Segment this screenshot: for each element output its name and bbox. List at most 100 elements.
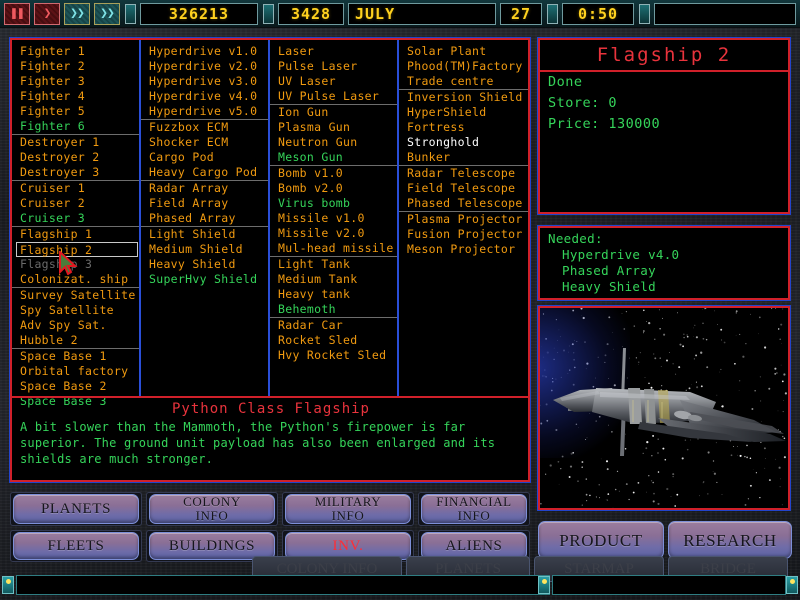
inventory-item[interactable]: Fighter 3 (18, 74, 139, 89)
inventory-item[interactable]: UV Pulse Laser (276, 89, 397, 104)
pause-button[interactable]: ❚❚ (4, 2, 30, 25)
product-button[interactable]: PRODUCT (538, 521, 664, 559)
store-value: 0 (608, 95, 618, 111)
military-info-button[interactable]: MILITARY INFO (285, 494, 411, 524)
inventory-item[interactable]: Adv Spy Sat. (18, 318, 139, 333)
inventory-item[interactable]: Phood(TM)Factory (405, 59, 528, 74)
inventory-item[interactable]: Bomb v1.0 (270, 165, 397, 181)
inventory-item[interactable]: Hyperdrive v2.0 (147, 59, 268, 74)
inventory-item[interactable]: Inversion Shield (399, 89, 528, 105)
inventory-item[interactable]: Destroyer 2 (18, 150, 139, 165)
button-label: PRODUCT (559, 530, 643, 550)
inventory-item[interactable]: Fusion Projector (405, 227, 528, 242)
inventory-item[interactable]: Rocket Sled (276, 333, 397, 348)
inventory-item[interactable]: Hyperdrive v5.0 (147, 104, 268, 119)
button-label: ALIENS (445, 537, 503, 554)
inventory-item[interactable]: Hyperdrive v4.0 (147, 89, 268, 104)
inventory-item[interactable]: Pulse Laser (276, 59, 397, 74)
inventory-item[interactable]: Laser (276, 44, 397, 59)
inventory-item[interactable]: Field Array (147, 196, 268, 211)
inventory-item[interactable]: Solar Plant (405, 44, 528, 59)
price-row: Price: 130000 (540, 114, 788, 135)
inventory-item[interactable]: Phased Telescope (405, 196, 528, 211)
inventory-item[interactable]: Cruiser 3 (18, 211, 139, 226)
inventory-item[interactable]: Hubble 2 (18, 333, 139, 348)
inventory-item[interactable]: Flagship 3 (18, 257, 139, 272)
inventory-item[interactable]: Space Base 2 (18, 379, 139, 394)
button-label: FINANCIAL (436, 494, 512, 509)
inventory-item[interactable]: Neutron Gun (276, 135, 397, 150)
inventory-item[interactable]: Behemoth (276, 302, 397, 317)
fast-forward-icon: ❯❯ (70, 6, 85, 21)
colony-info-button[interactable]: COLONY INFO (149, 494, 275, 524)
inventory-item[interactable]: Fuzzbox ECM (141, 119, 268, 135)
inventory-item[interactable]: SuperHvy Shield (147, 272, 268, 287)
inventory-item[interactable]: Fighter 4 (18, 89, 139, 104)
inventory-item[interactable]: Space Base 1 (12, 348, 139, 364)
description-text: A bit slower than the Mammoth, the Pytho… (20, 420, 496, 466)
inventory-item[interactable]: Bunker (405, 150, 528, 165)
day-display: 27 (500, 2, 542, 25)
inventory-item[interactable]: Stronghold (405, 135, 528, 150)
inventory-item[interactable]: Meson Gun (276, 150, 397, 165)
inventory-item[interactable]: Radar Array (141, 180, 268, 196)
inventory-item[interactable]: Hyperdrive v3.0 (147, 74, 268, 89)
inventory-item[interactable]: Phased Array (147, 211, 268, 226)
inventory-item[interactable]: Fighter 2 (18, 59, 139, 74)
inventory-item[interactable]: Flagship 1 (12, 226, 139, 242)
inventory-item[interactable]: Trade centre (405, 74, 528, 89)
inventory-item[interactable]: Radar Telescope (399, 165, 528, 181)
fast-forward-button[interactable]: ❯❯ (64, 2, 90, 25)
inventory-item[interactable]: Spy Satellite (18, 303, 139, 318)
inventory-item[interactable]: Destroyer 1 (12, 134, 139, 150)
requirements-panel: Needed: Hyperdrive v4.0 Phased Array Heavy… (538, 226, 790, 300)
inventory-item[interactable]: Light Tank (270, 256, 397, 272)
inventory-item[interactable]: Plasma Gun (276, 120, 397, 135)
inventory-item[interactable]: Light Shield (141, 226, 268, 242)
research-button[interactable]: RESEARCH (668, 521, 792, 559)
inventory-item[interactable]: Cruiser 1 (12, 180, 139, 196)
status-strip-right (552, 575, 786, 595)
inventory-item[interactable]: Virus bomb (276, 196, 397, 211)
inventory-item[interactable]: Destroyer 3 (18, 165, 139, 180)
inventory-item[interactable]: Cargo Pod (147, 150, 268, 165)
inventory-item[interactable]: Heavy Cargo Pod (147, 165, 268, 180)
inventory-item[interactable]: Hyperdrive v1.0 (147, 44, 268, 59)
very-fast-forward-button[interactable]: ❯❯ (94, 2, 120, 25)
inventory-item[interactable]: UV Laser (276, 74, 397, 89)
inventory-item[interactable]: Cruiser 2 (18, 196, 139, 211)
strip-lamp-mid (538, 576, 550, 594)
inventory-item[interactable]: Ion Gun (270, 104, 397, 120)
inventory-item[interactable]: Fighter 6 (18, 119, 139, 134)
inventory-item[interactable]: Plasma Projector (399, 211, 528, 227)
inventory-item[interactable]: Meson Projector (405, 242, 528, 257)
inventory-item[interactable]: Medium Shield (147, 242, 268, 257)
inventory-item[interactable]: Heavy Shield (147, 257, 268, 272)
fleets-button[interactable]: FLEETS (13, 532, 139, 560)
inventory-item[interactable]: Medium Tank (276, 272, 397, 287)
inventory-item[interactable]: Fighter 5 (18, 104, 139, 119)
inventory-item[interactable]: Shocker ECM (147, 135, 268, 150)
inventory-item[interactable]: Fortress (405, 120, 528, 135)
planets-button[interactable]: PLANETS (13, 494, 139, 524)
inventory-item[interactable]: Mul-head missile (276, 241, 397, 256)
inventory-item[interactable]: Missile v1.0 (276, 211, 397, 226)
play-button[interactable]: ❯ (34, 2, 60, 25)
inventory-item[interactable]: HyperShield (405, 105, 528, 120)
financial-info-button[interactable]: FINANCIAL INFO (421, 494, 527, 524)
strip-lamp-right (786, 576, 798, 594)
inventory-item[interactable]: Radar Car (270, 317, 397, 333)
inventory-item[interactable]: Missile v2.0 (276, 226, 397, 241)
message-display (654, 2, 796, 25)
item-detail-title: Flagship 2 (540, 40, 788, 72)
inventory-item[interactable]: Bomb v2.0 (276, 181, 397, 196)
inventory-item[interactable]: Survey Satellite (12, 287, 139, 303)
indicator-lamp-year (263, 3, 274, 24)
inventory-item[interactable]: Orbital factory (18, 364, 139, 379)
inventory-item[interactable]: Colonizat. ship (18, 272, 139, 287)
inventory-item[interactable]: Field Telescope (405, 181, 528, 196)
inventory-item[interactable]: Fighter 1 (18, 44, 139, 59)
button-label: MILITARY (314, 494, 382, 509)
inventory-item[interactable]: Hvy Rocket Sled (276, 348, 397, 363)
inventory-item[interactable]: Heavy tank (276, 287, 397, 302)
